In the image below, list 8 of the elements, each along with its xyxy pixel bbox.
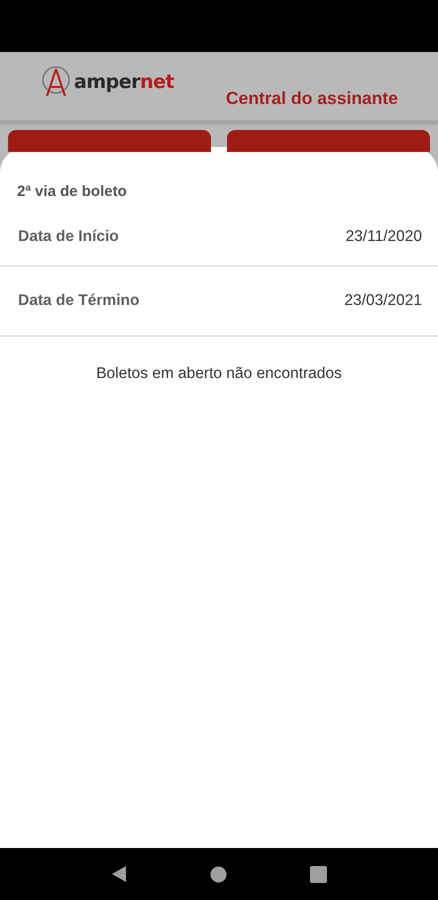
field-label: Data de Início (18, 228, 119, 246)
header-title: Central do assinante (226, 88, 398, 108)
date-value[interactable]: 23/11/2020 (346, 228, 422, 246)
sheet-title: 2ª via de boleto (17, 183, 127, 200)
empty-message: Boletos em aberto não encontrados (96, 365, 342, 382)
field-label: Data de Término (18, 292, 140, 310)
date-value[interactable]: 23/03/2021 (344, 292, 422, 310)
logo-wordmark: ampernet (74, 71, 174, 93)
